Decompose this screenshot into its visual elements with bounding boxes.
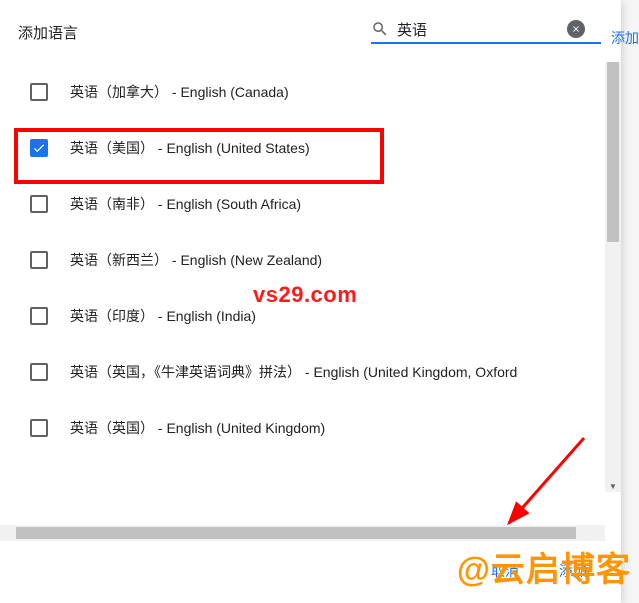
list-item[interactable]: 英语（英国，《牛津英语词典》拼法） - English (United King… xyxy=(0,344,621,400)
checkbox[interactable] xyxy=(30,195,48,213)
checkbox[interactable] xyxy=(30,363,48,381)
dialog-footer: 取消 添加 xyxy=(0,539,621,603)
checkbox[interactable] xyxy=(30,307,48,325)
scroll-down-arrow[interactable]: ▼ xyxy=(605,478,621,494)
scrollbar-vertical-thumb[interactable] xyxy=(607,62,619,242)
checkbox[interactable] xyxy=(30,251,48,269)
search-icon xyxy=(371,20,389,38)
checkbox[interactable] xyxy=(30,83,48,101)
list-item[interactable]: 英语（印度） - English (India) xyxy=(0,288,621,344)
add-language-dialog: 添加语言 英语（加拿大） - English (Canada) 英语（美国） - … xyxy=(0,0,621,603)
cancel-button[interactable]: 取消 xyxy=(481,555,529,587)
dialog-title: 添加语言 xyxy=(18,22,78,43)
item-label: 英语（加拿大） - English (Canada) xyxy=(70,82,289,102)
search-input[interactable] xyxy=(397,21,567,38)
list-item[interactable]: 英语（加拿大） - English (Canada) xyxy=(0,64,621,120)
clear-search-button[interactable] xyxy=(567,20,585,38)
item-label: 英语（美国） - English (United States) xyxy=(70,138,310,158)
item-label: 英语（英国） - English (United Kingdom) xyxy=(70,418,325,438)
language-list[interactable]: 英语（加拿大） - English (Canada) 英语（美国） - Engli… xyxy=(0,54,621,539)
scrollbar-horizontal-thumb[interactable] xyxy=(16,527,576,539)
list-item[interactable]: 英语（美国） - English (United States) xyxy=(0,120,621,176)
list-item[interactable]: 英语（新西兰） - English (New Zealand) xyxy=(0,232,621,288)
item-label: 英语（英国，《牛津英语词典》拼法） - English (United King… xyxy=(70,362,517,382)
side-text: 添加 xyxy=(611,28,639,48)
item-label: 英语（新西兰） - English (New Zealand) xyxy=(70,250,322,270)
item-label: 英语（印度） - English (India) xyxy=(70,306,256,326)
list-item[interactable]: 英语（南非） - English (South Africa) xyxy=(0,176,621,232)
add-button[interactable]: 添加 xyxy=(549,555,597,587)
dialog-header: 添加语言 xyxy=(0,0,621,54)
checkbox[interactable] xyxy=(30,419,48,437)
list-item[interactable]: 英语（英国） - English (United Kingdom) xyxy=(0,400,621,456)
item-label: 英语（南非） - English (South Africa) xyxy=(70,194,301,214)
search-container xyxy=(371,20,601,44)
checkbox[interactable] xyxy=(30,139,48,157)
